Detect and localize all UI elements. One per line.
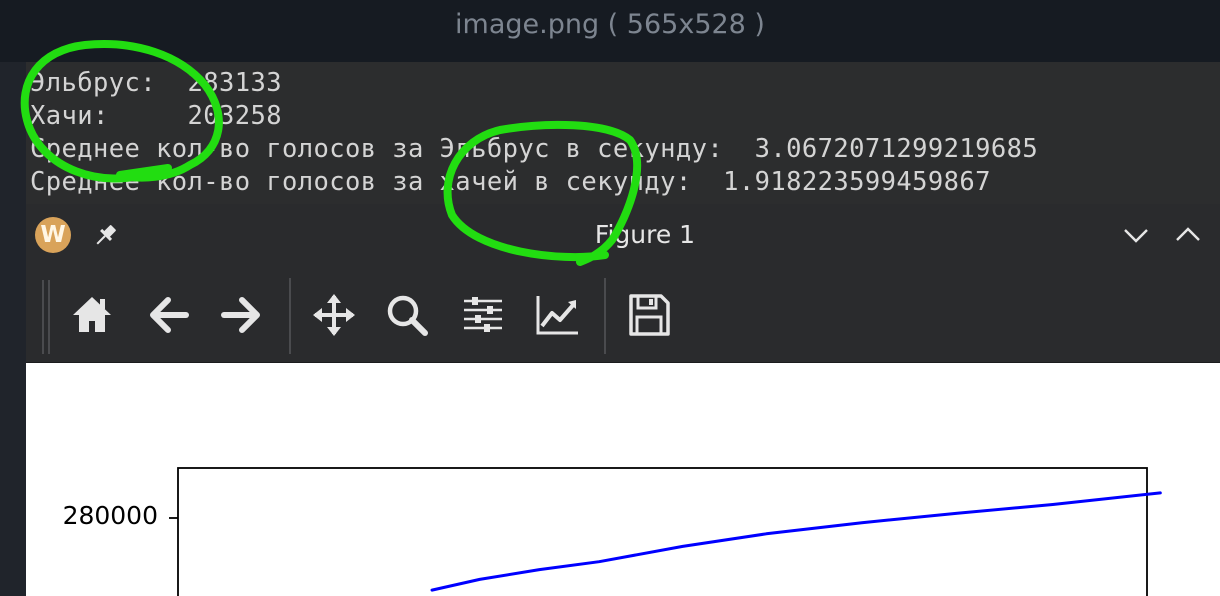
zoom-magnifier-icon[interactable] bbox=[384, 292, 430, 338]
navigation-toolbar bbox=[26, 266, 1220, 363]
axes-frame bbox=[177, 467, 1148, 596]
forward-arrow-icon[interactable] bbox=[218, 292, 264, 338]
line-chart bbox=[169, 467, 1162, 596]
home-icon[interactable] bbox=[69, 292, 115, 338]
window-title: Figure 1 bbox=[594, 220, 696, 249]
terminal-line-khachi: Хачи: 203258 bbox=[30, 101, 283, 131]
image-viewer-title: image.png ( 565x528 ) bbox=[455, 9, 765, 40]
toolbar-separator bbox=[289, 278, 291, 354]
screen: image.png ( 565x528 ) Эльбрус: 283133 Ха… bbox=[0, 0, 1220, 596]
minimize-chevron-down-icon[interactable] bbox=[1119, 218, 1153, 252]
left-edge-panel bbox=[0, 62, 26, 596]
terminal-output: Эльбрус: 283133 Хачи: 203258 Среднее кол… bbox=[26, 62, 1220, 204]
toolbar-separator bbox=[604, 278, 606, 354]
plot-canvas[interactable]: 280000 bbox=[26, 363, 1220, 596]
pan-move-icon[interactable] bbox=[311, 292, 357, 338]
figure-window: W Figure 1 280000 bbox=[26, 204, 1220, 596]
y-tick-label: 280000 bbox=[62, 501, 158, 530]
terminal-line-elbrus: Эльбрус: 283133 bbox=[30, 68, 283, 98]
maximize-chevron-up-icon[interactable] bbox=[1171, 218, 1205, 252]
toolbar-grip[interactable] bbox=[48, 280, 50, 354]
back-arrow-icon[interactable] bbox=[146, 292, 192, 338]
terminal-line-avg-elbrus: Среднее кол-во голосов за Эльбрус в секу… bbox=[30, 134, 1039, 164]
window-titlebar[interactable]: W Figure 1 bbox=[26, 204, 1220, 266]
toolbar-grip[interactable] bbox=[42, 280, 44, 354]
save-floppy-icon[interactable] bbox=[626, 292, 672, 338]
terminal-line-avg-khachi: Среднее кол-во голосов за хачей в секунд… bbox=[30, 167, 991, 197]
series-line bbox=[430, 491, 1162, 592]
subplots-sliders-icon[interactable] bbox=[460, 292, 506, 338]
edit-axes-line-icon[interactable] bbox=[534, 292, 580, 338]
